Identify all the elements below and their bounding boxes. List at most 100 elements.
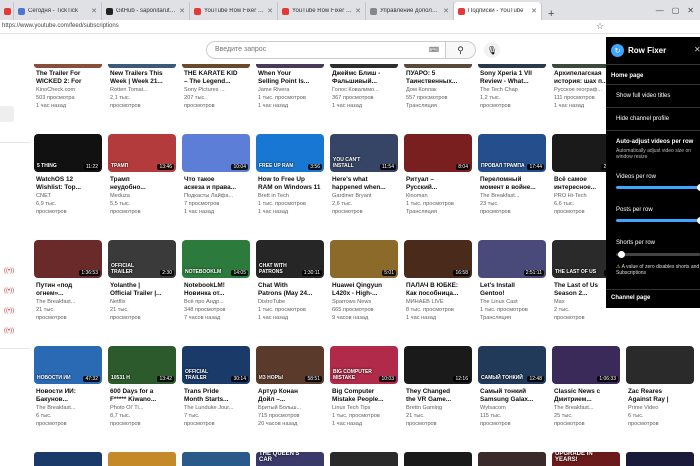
video-title-line2[interactable]: Mistake People... (332, 396, 400, 404)
video-title[interactable]: The Trailer For (36, 70, 104, 78)
channel-name[interactable]: Jame Rivera (258, 87, 326, 95)
tab-close-icon[interactable]: ✕ (91, 7, 97, 15)
video-thumbnail[interactable] (404, 452, 472, 466)
channel-name[interactable]: МИНАЕВ LIVE (406, 299, 474, 307)
video-thumbnail[interactable]: Big computer mistake 10:03 (330, 346, 398, 384)
live-icon[interactable]: ((•)) (4, 308, 14, 314)
video-thumbnail[interactable]: 10531 h 13:42 (108, 346, 176, 384)
video-thumbnail[interactable] (108, 64, 176, 68)
video-thumbnail[interactable]: 5:01 (330, 240, 398, 278)
video-thumbnail[interactable] (478, 64, 546, 68)
tab-close-icon[interactable]: ✕ (443, 7, 449, 15)
video-thumbnail[interactable]: Free up RAM 3:56 (256, 134, 324, 172)
video-title-line2[interactable]: огнем»... (36, 290, 104, 298)
video-title-line2[interactable]: аскеза и права... (184, 184, 252, 192)
video-title-line2[interactable]: Дойл –... (258, 396, 326, 404)
close-icon[interactable]: ✕ (687, 6, 694, 15)
live-icon[interactable]: ((•)) (4, 288, 14, 294)
channel-name[interactable]: Rotten Tomat... (110, 87, 178, 95)
video-title-line2[interactable]: Фальшивый... (332, 78, 400, 86)
browser-tab[interactable]: Сегодня - TickTick ✕ (14, 2, 102, 20)
live-icon[interactable]: ((•)) (4, 268, 14, 274)
new-tab-button[interactable]: + (542, 8, 560, 20)
video-title[interactable]: Путин «под (36, 282, 104, 290)
channel-name[interactable]: The Breakfast... (36, 405, 104, 413)
video-thumbnail[interactable]: Самый тонкий 12:48 (478, 346, 546, 384)
channel-name[interactable]: CNET (36, 193, 104, 201)
video-title[interactable]: How to Free Up (258, 176, 326, 184)
video-thumbnail[interactable] (182, 452, 250, 466)
maximize-icon[interactable]: ▢ (672, 6, 680, 15)
live-icon[interactable]: ((•)) (4, 328, 14, 334)
channel-name[interactable]: Netflix (110, 299, 178, 307)
channel-name[interactable]: Кinoman (406, 193, 474, 201)
video-title-line2[interactable]: Бакунов... (36, 396, 104, 404)
video-thumbnail[interactable]: 1:06:33 (552, 346, 620, 384)
video-title-line2[interactable]: Таинственных... (406, 78, 474, 86)
video-title-line2[interactable]: F***** Kiwano... (110, 396, 178, 404)
video-title[interactable]: ПУАРО: 5 (406, 70, 474, 78)
videos-per-row-slider[interactable] (616, 186, 700, 189)
video-thumbnail[interactable]: 2:51:11 (478, 240, 546, 278)
channel-name[interactable]: Linux Tech Tips (332, 405, 400, 413)
video-title[interactable]: 600 Days for a (110, 388, 178, 396)
video-title[interactable]: Артур Конан (258, 388, 326, 396)
channel-name[interactable]: The Breakfast... (480, 193, 548, 201)
channel-name[interactable]: Подкасты Лайфа... (184, 193, 252, 201)
video-thumbnail[interactable] (108, 452, 176, 466)
video-title-line2[interactable]: Русский... (406, 184, 474, 192)
video-title-line2[interactable]: the VR Game... (406, 396, 474, 404)
video-thumbnail[interactable]: 12:16 (404, 346, 472, 384)
channel-name[interactable]: Голос Ковалимо... (332, 87, 400, 95)
video-title[interactable]: NotebookLM! (184, 282, 252, 290)
video-title[interactable]: Classic News с (554, 388, 622, 396)
video-title-line2[interactable]: неудобно... (110, 184, 178, 192)
video-title-line2[interactable]: Samsung Galax... (480, 396, 548, 404)
url-text[interactable]: https://www.youtube.com/feed/subscriptio… (2, 23, 119, 29)
video-title[interactable]: New Trailers This (110, 70, 178, 78)
video-title[interactable]: They Changed (406, 388, 474, 396)
video-thumbnail[interactable] (330, 64, 398, 68)
channel-name[interactable]: The Breakfast... (554, 405, 622, 413)
shorts-per-row-slider[interactable] (616, 253, 700, 256)
channel-name[interactable]: KinoCheck.com (36, 87, 104, 95)
video-thumbnail[interactable]: NotebookLM 14:05 (182, 240, 250, 278)
browser-tab[interactable]: YouTube Row Fixer - Get this E✕ (190, 2, 278, 20)
video-thumbnail[interactable]: 1:36:53 (34, 240, 102, 278)
search-button[interactable]: ⚲ (446, 41, 476, 59)
browser-tab[interactable]: YouTube Row Fixer - Интернет✕ (278, 2, 366, 20)
video-title-line2[interactable]: Review - What... (480, 78, 548, 86)
video-title-line2[interactable]: Against Ray | (628, 396, 696, 404)
browser-tab[interactable]: GitHub - saponitarutarvas/yo...✕ (102, 2, 190, 20)
video-title-line2[interactable]: Дмитрием... (554, 396, 622, 404)
video-title-line2[interactable]: Official Trailer |... (110, 290, 178, 298)
video-title[interactable]: Джеймс Блиш - (332, 70, 400, 78)
video-thumbnail[interactable] (34, 452, 102, 466)
video-thumbnail[interactable]: Best Upgrade in Years! (552, 452, 620, 466)
video-thumbnail[interactable] (330, 452, 398, 466)
video-thumbnail[interactable]: The Queen's Car (256, 452, 324, 466)
channel-name[interactable]: Всё про Андр... (184, 299, 252, 307)
video-thumbnail[interactable]: Official trailer 30:14 (182, 346, 250, 384)
video-title[interactable]: Sony Xperia 1 VII (480, 70, 548, 78)
auto-adjust-option[interactable]: Auto-adjust videos per row (616, 139, 693, 145)
tab-close-icon[interactable]: ✕ (355, 7, 361, 15)
video-thumbnail[interactable]: Из норы 58:51 (256, 346, 324, 384)
keyboard-icon[interactable]: ⌨ (429, 46, 439, 54)
channel-name[interactable]: Photo Ol' Ti... (110, 405, 178, 413)
shorts-per-row-slider-handle[interactable] (618, 251, 625, 258)
bookmark-star-icon[interactable]: ☆ (596, 21, 604, 32)
video-thumbnail[interactable]: 5 thing 11:22 (34, 134, 102, 172)
video-title-line2[interactable]: Patrons (May 24... (258, 290, 326, 298)
channel-name[interactable]: Sparrows News (332, 299, 400, 307)
minimize-icon[interactable]: — (656, 6, 664, 15)
voice-search-button[interactable]: 🎙 (484, 42, 500, 58)
video-thumbnail[interactable] (404, 64, 472, 68)
show-full-titles-option[interactable]: Show full video titles (616, 93, 670, 99)
browser-tab[interactable] (0, 2, 14, 20)
video-thumbnail[interactable]: Chat with patrons 1:30:11 (256, 240, 324, 278)
video-thumbnail[interactable]: Провал Трампа 17:44 (478, 134, 546, 172)
video-thumbnail[interactable] (34, 64, 102, 68)
channel-name[interactable]: Meduza (110, 193, 178, 201)
video-title[interactable]: Here's what (332, 176, 400, 184)
